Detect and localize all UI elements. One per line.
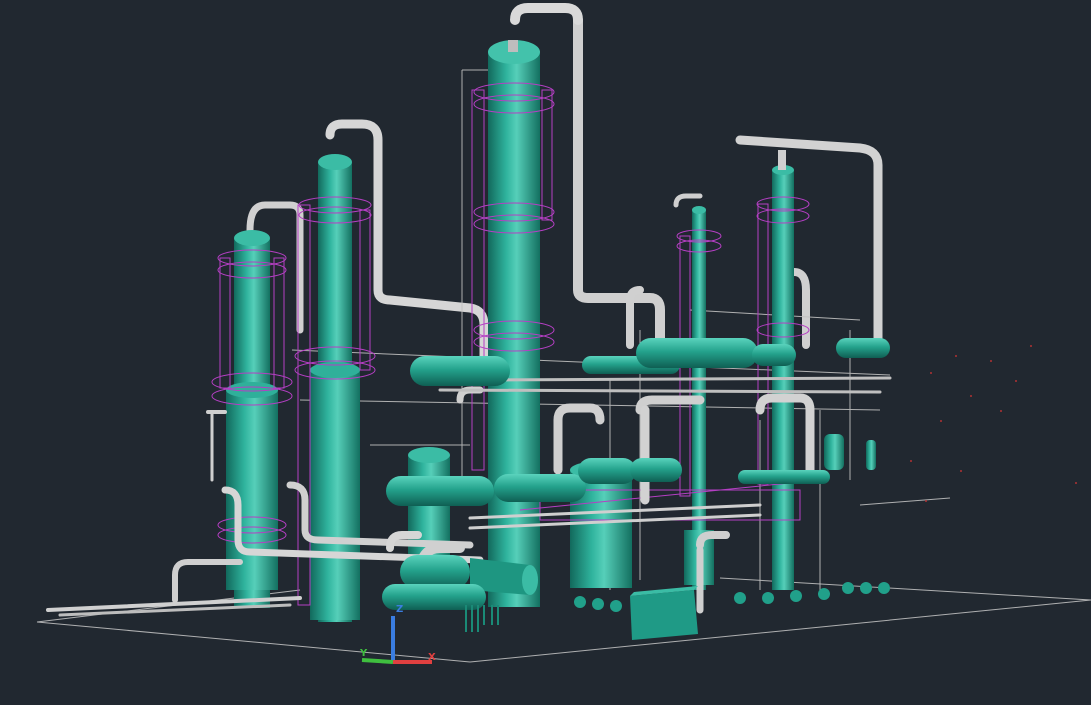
ucs-y-label: Y bbox=[359, 648, 368, 659]
heat-exchanger-1[interactable] bbox=[410, 356, 510, 386]
equipment-skid[interactable] bbox=[630, 586, 698, 640]
pipe-rack-front bbox=[46, 286, 892, 617]
heat-exchanger-6[interactable] bbox=[630, 458, 682, 482]
heat-exchanger-5[interactable] bbox=[578, 458, 636, 484]
ucs-z-label: Z bbox=[396, 604, 403, 615]
reflux-drum-2[interactable] bbox=[752, 344, 796, 366]
column-3[interactable] bbox=[488, 40, 540, 607]
stray-geometry bbox=[910, 345, 1077, 502]
column-5[interactable] bbox=[772, 150, 794, 590]
cad-model-viewport[interactable]: X Y Z bbox=[0, 0, 1091, 705]
heat-exchanger-3[interactable] bbox=[386, 476, 494, 506]
ucs-x-label: X bbox=[428, 652, 436, 663]
heat-exchanger-4[interactable] bbox=[494, 474, 586, 502]
reflux-drum-1[interactable] bbox=[636, 338, 758, 368]
plant-3d-scene[interactable]: X Y Z bbox=[0, 0, 1091, 705]
heat-exchanger-7[interactable] bbox=[738, 470, 830, 484]
ucs-icon: X Y Z bbox=[359, 604, 436, 664]
reflux-drum-3[interactable] bbox=[836, 338, 890, 358]
